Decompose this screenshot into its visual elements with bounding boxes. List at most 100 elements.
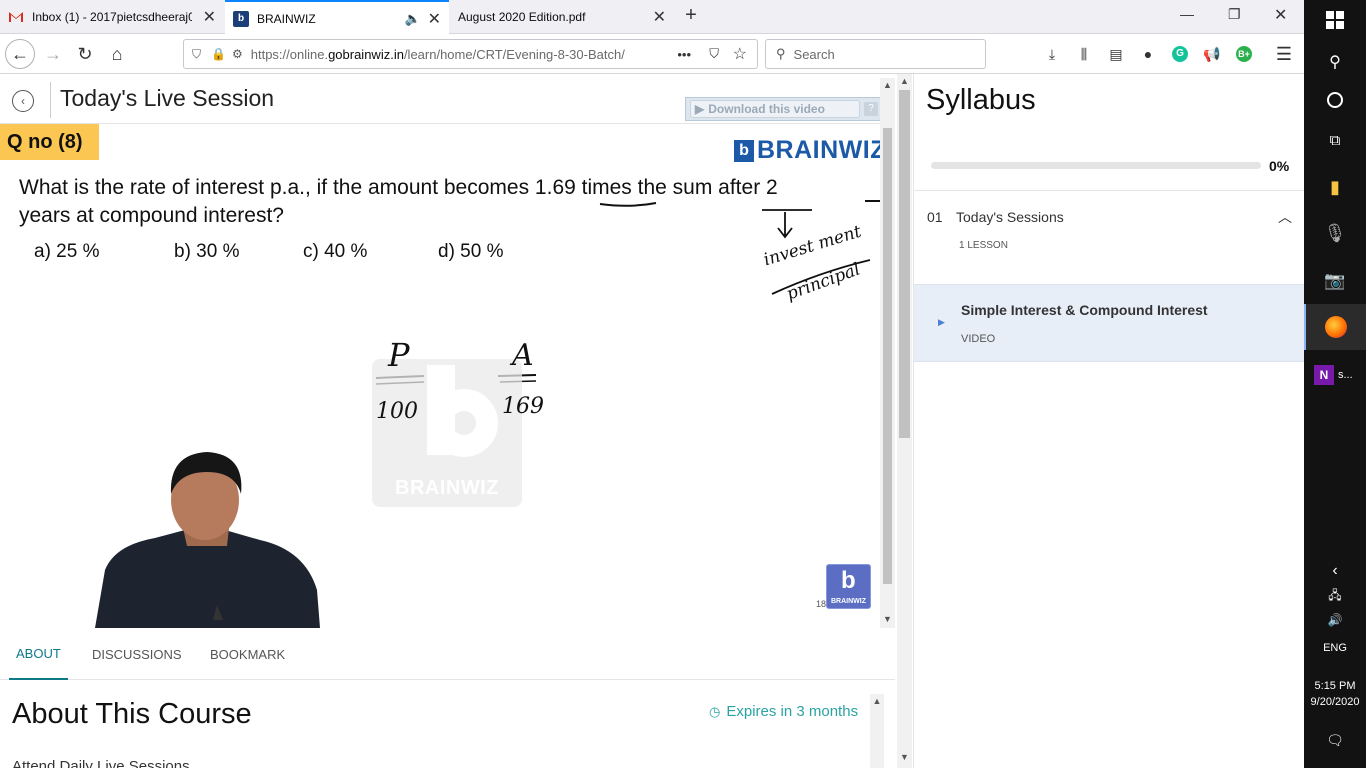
url-domain: gobrainwiz.in xyxy=(328,46,404,62)
corner-logo-text: BRAINWIZ xyxy=(831,598,866,605)
bookmark-star-icon[interactable]: ☆ xyxy=(733,44,747,64)
new-tab-icon[interactable]: + xyxy=(680,4,702,30)
download-label: Download this video xyxy=(708,102,825,116)
option-c: c) 40 % xyxy=(303,241,368,262)
recorder-icon[interactable]: 🎙 xyxy=(1304,220,1366,246)
search-icon[interactable]: ⚲ xyxy=(1304,50,1366,74)
page-actions-icon[interactable]: ••• xyxy=(677,47,691,62)
pocket-icon[interactable]: ⛉ xyxy=(709,46,719,62)
forward-icon[interactable]: → xyxy=(38,40,68,68)
minimize-icon[interactable]: — xyxy=(1180,6,1194,22)
back-icon[interactable]: ← xyxy=(5,39,35,69)
megaphone-icon[interactable]: 📢 xyxy=(1201,43,1223,65)
clock-date[interactable]: 9/20/2020 xyxy=(1304,694,1366,710)
account-icon[interactable]: ● xyxy=(1137,43,1159,65)
close-icon[interactable]: ✕ xyxy=(203,7,216,27)
scroll-up-icon[interactable]: ▲ xyxy=(870,696,884,706)
url-text[interactable]: https://online.gobrainwiz.in/learn/home/… xyxy=(251,47,651,62)
windows-start-icon[interactable] xyxy=(1304,8,1366,32)
progress-percent: 0% xyxy=(1269,158,1290,174)
search-field[interactable]: ⚲ Search xyxy=(765,39,986,69)
syllabus-panel: Syllabus 0% 01 Today's Sessions 1 LESSON… xyxy=(913,74,1304,768)
menu-icon[interactable]: ☰ xyxy=(1273,43,1295,65)
reload-icon[interactable]: ↻ xyxy=(70,40,100,68)
section-header[interactable]: 01 Today's Sessions 1 LESSON ︿ xyxy=(914,191,1304,284)
shield-icon[interactable]: ⛉ xyxy=(192,47,201,62)
help-icon[interactable]: ? xyxy=(864,102,878,116)
download-video-bar[interactable]: ▶ Download this video ? ✕ xyxy=(685,97,895,121)
window-close-icon[interactable]: ✕ xyxy=(1274,5,1287,25)
firefox-icon[interactable] xyxy=(1304,304,1366,350)
clock-time[interactable]: 5:15 PM xyxy=(1304,678,1366,694)
page-scroll-thumb[interactable] xyxy=(899,90,910,438)
lesson-item[interactable]: ▶ Simple Interest & Compound Interest VI… xyxy=(914,284,1304,362)
about-heading: About This Course xyxy=(12,698,252,730)
work-169: 169 xyxy=(502,394,544,419)
work-a: A xyxy=(512,338,534,373)
tab-label: August 2020 Edition.pdf xyxy=(458,10,586,24)
tab-label: Inbox (1) - 2017pietcsdheeraj03 xyxy=(32,10,192,24)
corner-number: 18 xyxy=(816,599,827,609)
camera-icon[interactable]: 📷 xyxy=(1304,268,1366,294)
scroll-up-icon[interactable]: ▲ xyxy=(880,80,895,90)
tab-gmail[interactable]: Inbox (1) - 2017pietcsdheeraj03 ✕ xyxy=(0,0,224,34)
scroll-down-icon[interactable]: ▼ xyxy=(880,614,895,624)
network-icon[interactable]: 🖧 xyxy=(1304,586,1366,606)
section-lesson-count: 1 LESSON xyxy=(959,240,1008,251)
tab-about[interactable]: ABOUT xyxy=(9,628,68,680)
lesson-type: VIDEO xyxy=(961,333,996,345)
close-icon[interactable]: ✕ xyxy=(428,9,441,29)
lock-icon: 🔒 xyxy=(211,47,226,61)
close-icon[interactable]: ✕ xyxy=(653,7,666,27)
url-bar[interactable]: ⛉ 🔒 ⚙ https://online.gobrainwiz.in/learn… xyxy=(183,39,758,69)
corner-logo-mark: b xyxy=(841,567,856,594)
speaker-icon[interactable]: 🔈 xyxy=(405,11,421,27)
download-icon[interactable]: ⤓ xyxy=(1041,43,1063,65)
presenter-video xyxy=(95,452,320,628)
tab-strip: Inbox (1) - 2017pietcsdheeraj03 ✕ b BRAI… xyxy=(0,0,1304,35)
tab-pdf[interactable]: August 2020 Edition.pdf ✕ xyxy=(450,0,674,34)
sidebar-icon[interactable]: ▤ xyxy=(1105,43,1127,65)
page-scrollbar[interactable]: ▲ ▼ xyxy=(897,74,912,768)
notifications-icon[interactable]: 🗨 xyxy=(1304,730,1366,750)
scroll-down-icon[interactable]: ▼ xyxy=(897,752,912,762)
download-video-button[interactable]: ▶ Download this video xyxy=(690,100,860,118)
onenote-icon[interactable]: N s... xyxy=(1304,362,1366,388)
scroll-thumb[interactable] xyxy=(883,128,892,584)
option-a: a) 25 % xyxy=(34,241,100,262)
scrollbar-video[interactable]: ▲ ▼ xyxy=(880,78,895,628)
section-title: Today's Sessions xyxy=(956,209,1064,225)
option-d: d) 50 % xyxy=(438,241,504,262)
language-indicator[interactable]: ENG xyxy=(1304,638,1366,658)
work-100: 100 xyxy=(376,399,418,424)
grammarly-icon[interactable]: G xyxy=(1169,43,1191,65)
watermark-bowl xyxy=(430,389,498,457)
gmail-icon xyxy=(8,9,24,25)
option-b: b) 30 % xyxy=(174,241,240,262)
tab-discussions[interactable]: DISCUSSIONS xyxy=(92,628,182,680)
restore-icon[interactable]: ❐ xyxy=(1228,6,1241,23)
chevron-up-icon[interactable]: ‹ xyxy=(1304,560,1366,582)
tab-bookmark[interactable]: BOOKMARK xyxy=(210,628,285,680)
task-view-icon[interactable]: ⧉ xyxy=(1304,128,1366,152)
tab-brainwiz[interactable]: b BRAINWIZ 🔈 ✕ xyxy=(225,0,449,35)
url-path: /learn/home/CRT/Evening-8-30-Batch/ xyxy=(403,46,625,62)
syllabus-title: Syllabus xyxy=(926,84,1036,116)
library-icon[interactable]: ⫼ xyxy=(1073,43,1095,65)
video-player[interactable]: Q no (8) b BRAINWIZ What is the rate of … xyxy=(0,124,880,628)
clock-icon: ◷ xyxy=(709,703,721,719)
scroll-up-icon[interactable]: ▲ xyxy=(897,76,912,86)
brainwiz-icon: b xyxy=(233,10,249,27)
windows-taskbar: ⚲ ⧉ ▮ 🎙 📷 N s... ‹ 🖧 🔊 ENG 5:15 PM 9/20/… xyxy=(1304,0,1366,768)
chevron-up-icon[interactable]: ︿ xyxy=(1278,207,1292,227)
home-icon[interactable]: ⌂ xyxy=(102,40,132,68)
back-circle-icon[interactable]: ‹ xyxy=(12,90,34,112)
section-number: 01 xyxy=(927,209,943,225)
extension-icon[interactable]: B+ xyxy=(1233,43,1255,65)
session-title: Today's Live Session xyxy=(60,85,275,111)
volume-icon[interactable]: 🔊 xyxy=(1304,610,1366,630)
file-explorer-icon[interactable]: ▮ xyxy=(1304,174,1366,200)
cortana-icon[interactable] xyxy=(1304,88,1366,112)
permissions-icon[interactable]: ⚙ xyxy=(232,47,243,61)
scrollbar-about[interactable]: ▲ xyxy=(870,694,884,768)
